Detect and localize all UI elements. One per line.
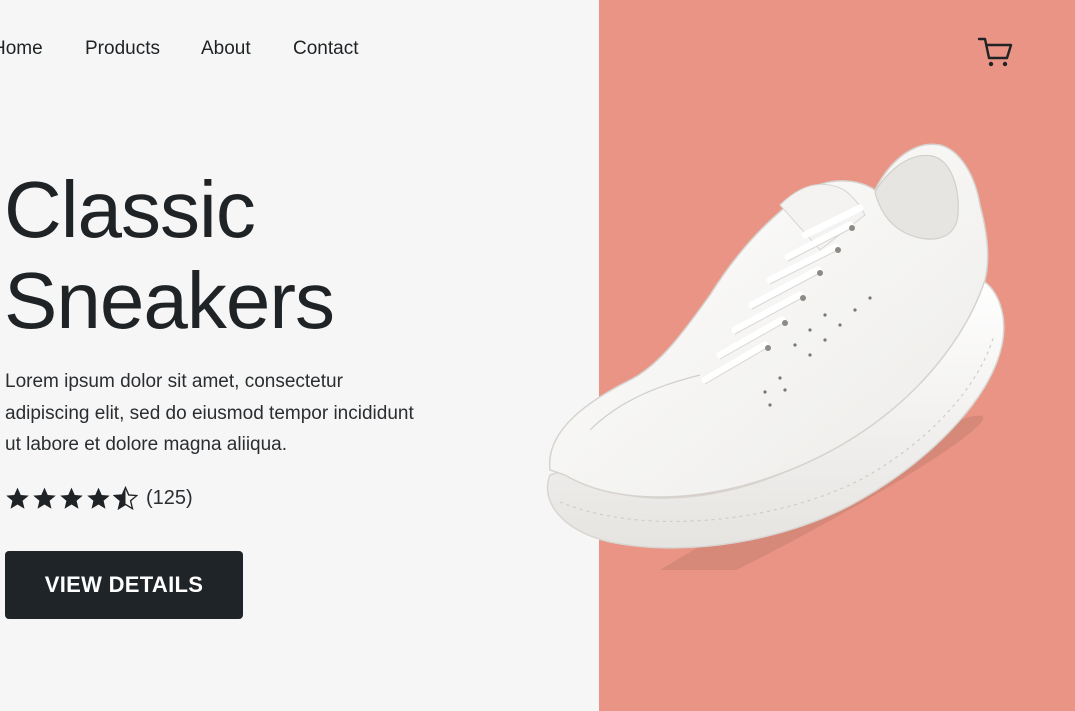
star-full-icon — [33, 487, 56, 509]
main-nav: Home Products About Contact — [0, 38, 383, 60]
hero-title-line1: Classic — [4, 165, 256, 254]
star-full-icon — [6, 487, 29, 509]
nav-link-home[interactable]: Home — [0, 38, 85, 60]
product-hero-page: Home Products About Contact Classic Snea… — [0, 0, 1075, 711]
nav-link-products[interactable]: Products — [85, 38, 201, 60]
star-full-icon — [87, 487, 110, 509]
nav-link-contact[interactable]: Contact — [293, 38, 383, 60]
hero-title: Classic Sneakers — [4, 164, 335, 346]
rating-stars — [5, 485, 138, 511]
sneaker-product-image — [546, 143, 1005, 570]
star-full-icon — [60, 487, 83, 509]
hero-title-line2: Sneakers — [4, 256, 335, 345]
star-half-icon — [113, 485, 138, 510]
rating-count: (125) — [146, 486, 193, 509]
product-rating: (125) — [5, 484, 193, 512]
shopping-cart-icon[interactable] — [976, 34, 1014, 70]
hero-description: Lorem ipsum dolor sit amet, consectetur … — [5, 371, 414, 455]
nav-link-about[interactable]: About — [201, 38, 293, 60]
view-details-button[interactable]: VIEW DETAILS — [5, 551, 243, 619]
